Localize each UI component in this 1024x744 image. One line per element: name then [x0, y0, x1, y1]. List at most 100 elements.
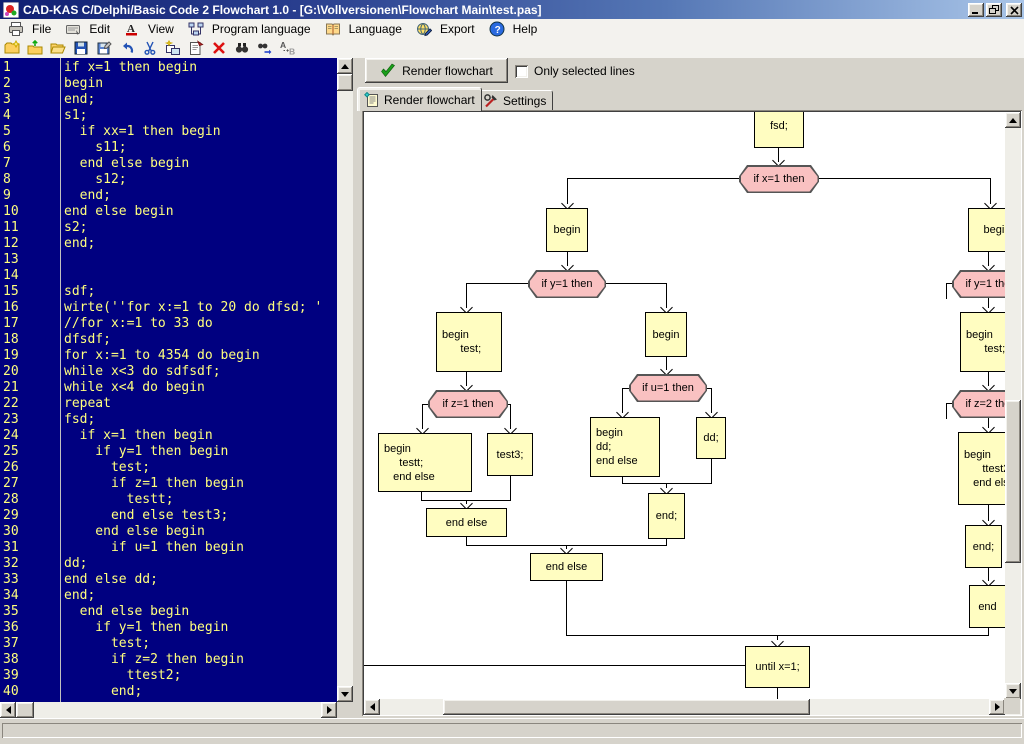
flowchart-node-label: if x=1 then [741, 167, 818, 192]
line-number: 4 [3, 108, 11, 124]
flowchart-scroll-down-button[interactable] [1005, 683, 1021, 699]
connector-line [711, 459, 712, 484]
properties-button[interactable] [185, 39, 207, 57]
editor-scroll-left-button[interactable] [0, 702, 16, 718]
menu-item-export[interactable]: Export [408, 19, 481, 38]
open-import-button[interactable] [24, 39, 46, 57]
code-line: 25 if y=1 then begin [0, 444, 337, 460]
menu-item-file[interactable]: File [0, 19, 57, 38]
code-line: 8 s12; [0, 172, 337, 188]
line-text: if z=2 then begin [64, 652, 244, 668]
connector-line [566, 581, 567, 636]
menu-item-label: Edit [85, 22, 114, 36]
editor-vscroll-thumb[interactable] [337, 74, 353, 91]
code-line: 33end else dd; [0, 572, 337, 588]
line-number: 15 [3, 284, 19, 300]
minimize-button[interactable] [968, 3, 984, 17]
code-line: 4 s1; [0, 108, 337, 124]
flowchart-node-label: if y=1 then [530, 272, 605, 297]
find-icon [234, 40, 250, 56]
line-text: s1; [64, 108, 87, 124]
menu-item-help[interactable]: ?Help [481, 19, 544, 38]
render-flowchart-button[interactable]: Render flowchart [365, 58, 508, 83]
save-icon [73, 40, 89, 56]
save-as-button[interactable] [93, 39, 115, 57]
flowchart-scroll-up-button[interactable] [1005, 112, 1021, 128]
flowchart-node-if-x-1: if x=1 then [739, 165, 819, 193]
flowchart-vscrollbar[interactable] [1005, 112, 1021, 699]
line-text: //for x:=1 to 33 do [64, 316, 213, 332]
delete-button[interactable] [208, 39, 230, 57]
flowchart-scroll-left-button[interactable] [364, 699, 380, 715]
tab-render-flowchart[interactable]: Render flowchart [357, 87, 482, 111]
undo-button[interactable] [116, 39, 138, 57]
flowchart-hscroll-thumb[interactable] [443, 699, 810, 715]
line-text: end; [64, 588, 95, 604]
line-text: if y=1 then begin [64, 444, 228, 460]
line-text: end; [64, 188, 111, 204]
code-editor[interactable]: 1if x=1 then begin2begin3end;4s1;5 if xx… [0, 58, 337, 702]
find-next-button[interactable] [254, 39, 276, 57]
open-folder-button[interactable] [47, 39, 69, 57]
check-icon [380, 63, 396, 79]
cut-icon [142, 40, 158, 56]
flowchart-scroll-right-button[interactable] [989, 699, 1005, 715]
restore-button[interactable] [986, 3, 1002, 17]
flowchart-node-if-z-2: if z=2 then [952, 390, 1005, 418]
new-window-button[interactable] [162, 39, 184, 57]
flowchart-vscroll-thumb[interactable] [1005, 400, 1021, 563]
code-line: 31 if u=1 then begin [0, 540, 337, 556]
svg-text:B: B [289, 47, 295, 57]
editor-vscrollbar[interactable] [337, 58, 353, 702]
code-line: 28 testt; [0, 492, 337, 508]
app-icon[interactable] [3, 2, 19, 18]
line-number: 19 [3, 348, 19, 364]
line-number: 39 [3, 668, 19, 684]
tab-settings[interactable]: Settings [476, 90, 553, 110]
line-number: 10 [3, 204, 19, 220]
menu-item-label: Language [345, 22, 406, 36]
find-button[interactable] [231, 39, 253, 57]
title-bar: CAD-KAS C/Delphi/Basic Code 2 Flowchart … [0, 0, 1024, 19]
cut-button[interactable] [139, 39, 161, 57]
line-text: begin [64, 76, 103, 92]
menu-item-view[interactable]: AView [116, 19, 180, 38]
editor-hscrollbar[interactable] [0, 702, 337, 718]
menu-item-edit[interactable]: Edit [57, 19, 116, 38]
window-title: CAD-KAS C/Delphi/Basic Code 2 Flowchart … [23, 3, 542, 17]
flowchart-node-label: if z=2 then [954, 392, 1006, 417]
code-line: 7 end else begin [0, 156, 337, 172]
code-line: 20while x<3 do sdfsdf; [0, 364, 337, 380]
code-line: 21while x<4 do begin [0, 380, 337, 396]
flowchart-node-begin-ttest2: begin ttest2; end else [958, 432, 1005, 505]
close-button[interactable] [1006, 3, 1022, 17]
find-next-icon [257, 40, 273, 56]
flowchart-node-end-else-left: end else [426, 508, 507, 537]
editor-scroll-down-button[interactable] [337, 686, 353, 702]
editor-scroll-up-button[interactable] [337, 58, 353, 74]
arrow-head [772, 154, 785, 167]
save-button[interactable] [70, 39, 92, 57]
only-selected-lines-checkbox[interactable] [515, 65, 528, 78]
code-line: 30 end else begin [0, 524, 337, 540]
menu-item-language[interactable]: Language [317, 19, 408, 38]
menu-item-label: Help [509, 22, 542, 36]
connector-line [777, 688, 778, 699]
line-text: if x=1 then begin [64, 60, 197, 76]
replace-ab-icon: AB [280, 40, 296, 56]
undo-icon [119, 40, 135, 56]
code-line: 22repeat [0, 396, 337, 412]
new-file-button[interactable] [1, 39, 23, 57]
connector-line [364, 665, 746, 666]
replace-ab-button[interactable]: AB [277, 39, 299, 57]
line-text: s11; [64, 140, 127, 156]
flowchart-node-if-y-1-left: if y=1 then [528, 270, 606, 298]
line-text: while x<4 do begin [64, 380, 205, 396]
editor-scroll-right-button[interactable] [321, 702, 337, 718]
flowchart-hscrollbar[interactable] [364, 699, 1005, 715]
toolbar: AB [0, 38, 1024, 58]
line-text: end else test3; [64, 508, 228, 524]
editor-hscroll-thumb[interactable] [16, 702, 34, 718]
flowchart-node-end-mid: end; [648, 493, 685, 539]
menu-item-program-language[interactable]: Program language [180, 19, 317, 38]
